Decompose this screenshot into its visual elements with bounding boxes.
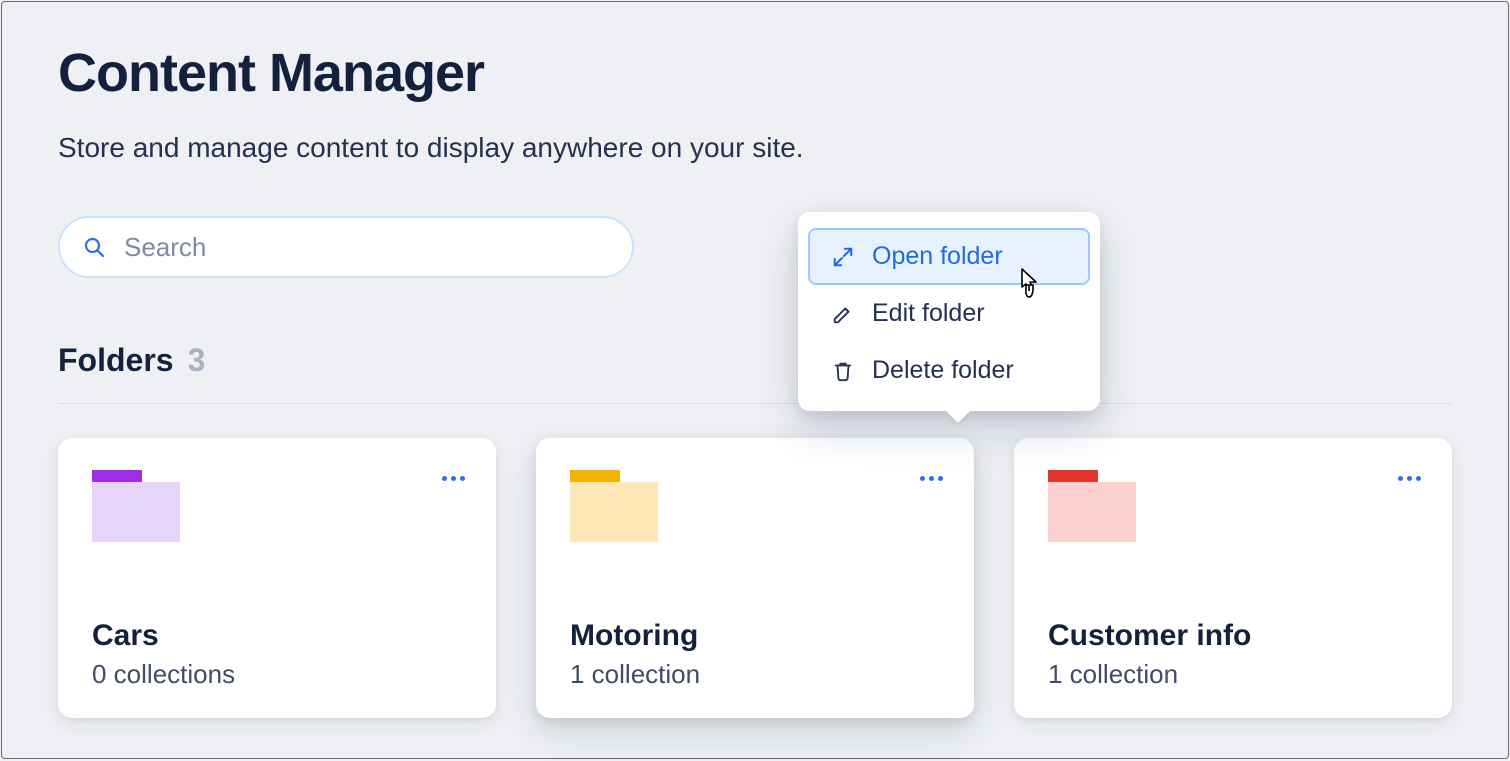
- folders-label: Folders: [58, 342, 174, 379]
- folder-subtitle: 1 collection: [1048, 659, 1418, 690]
- search-field[interactable]: [58, 216, 634, 278]
- menu-item-open-folder[interactable]: Open folder: [808, 228, 1090, 285]
- pencil-icon: [832, 303, 854, 325]
- search-icon: [82, 235, 106, 259]
- folder-icon: [92, 470, 180, 542]
- more-icon[interactable]: [440, 468, 468, 488]
- search-input[interactable]: [122, 231, 610, 264]
- folder-context-menu: Open folder Edit folder Delete folder: [798, 212, 1100, 411]
- menu-item-edit-folder[interactable]: Edit folder: [808, 285, 1090, 342]
- folder-subtitle: 0 collections: [92, 659, 462, 690]
- content-manager-panel: Content Manager Store and manage content…: [1, 1, 1509, 759]
- divider: [58, 403, 1452, 404]
- folder-card-customer-info[interactable]: Customer info 1 collection: [1014, 438, 1452, 718]
- folder-cards-row: Cars 0 collections Motoring 1 collection…: [58, 438, 1452, 718]
- page-title: Content Manager: [58, 42, 1452, 104]
- folder-name: Motoring: [570, 619, 940, 653]
- folder-icon: [1048, 470, 1136, 542]
- folder-name: Customer info: [1048, 619, 1418, 653]
- folder-name: Cars: [92, 619, 462, 653]
- more-icon[interactable]: [1396, 468, 1424, 488]
- menu-item-label: Edit folder: [872, 299, 985, 328]
- folder-subtitle: 1 collection: [570, 659, 940, 690]
- menu-item-delete-folder[interactable]: Delete folder: [808, 342, 1090, 399]
- folder-card-cars[interactable]: Cars 0 collections: [58, 438, 496, 718]
- folders-count: 3: [188, 342, 206, 379]
- more-icon[interactable]: [918, 468, 946, 488]
- folders-heading: Folders 3: [58, 342, 1452, 379]
- menu-item-label: Open folder: [872, 242, 1003, 271]
- expand-icon: [832, 246, 854, 268]
- folder-icon: [570, 470, 658, 542]
- folder-card-motoring[interactable]: Motoring 1 collection: [536, 438, 974, 718]
- trash-icon: [832, 360, 854, 382]
- menu-item-label: Delete folder: [872, 356, 1014, 385]
- page-subtitle: Store and manage content to display anyw…: [58, 132, 1452, 164]
